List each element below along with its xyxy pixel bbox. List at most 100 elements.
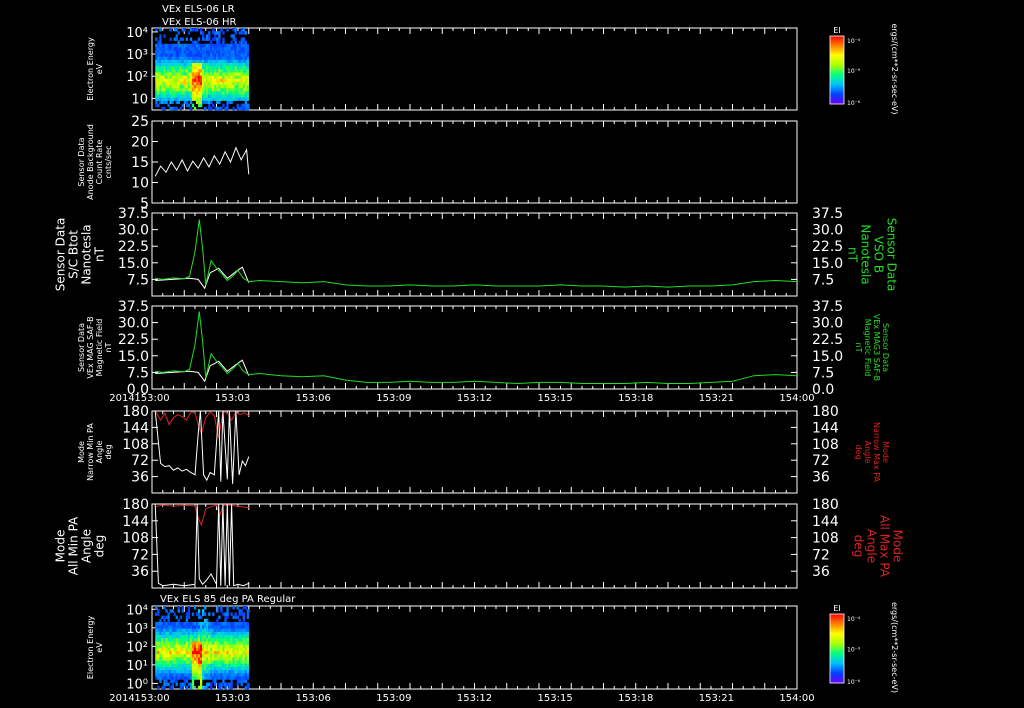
heatmap-cell bbox=[204, 650, 207, 655]
heatmap-cell bbox=[201, 660, 205, 664]
heatmap-cell bbox=[220, 673, 223, 677]
heatmap-cell bbox=[222, 653, 225, 658]
heatmap-cell bbox=[167, 676, 170, 680]
heatmap-cell bbox=[159, 657, 162, 661]
heatmap-cell bbox=[171, 106, 174, 111]
heatmap-cell bbox=[224, 97, 227, 101]
heatmap-cell bbox=[242, 40, 245, 45]
heatmap-cell bbox=[195, 40, 199, 45]
heatmap-cell bbox=[240, 631, 243, 636]
heatmap-cell bbox=[167, 43, 170, 48]
heatmap-cell bbox=[173, 647, 176, 651]
heatmap-cell bbox=[193, 673, 197, 677]
heatmap-cell bbox=[179, 641, 182, 645]
heatmap-cell bbox=[201, 72, 205, 76]
heatmap-cell bbox=[179, 637, 182, 642]
heatmap-cell bbox=[197, 56, 201, 60]
heatmap-cell bbox=[218, 37, 221, 41]
heatmap-cell bbox=[230, 653, 233, 658]
heatmap-cell bbox=[185, 84, 189, 89]
heatmap-cell bbox=[224, 62, 227, 67]
colorbar-unit-text: ergs/(cm**2-sr-sec-eV) bbox=[890, 23, 899, 114]
heatmap-cell bbox=[216, 634, 219, 639]
heatmap-cell bbox=[165, 56, 168, 60]
heatmap-cell bbox=[197, 100, 201, 104]
heatmap-cell bbox=[216, 644, 219, 648]
heatmap-cell bbox=[244, 637, 248, 642]
heatmap-cell bbox=[165, 75, 168, 79]
heatmap-cell bbox=[234, 87, 237, 92]
heatmap-cell bbox=[228, 625, 231, 629]
heatmap-cell bbox=[244, 647, 248, 651]
heatmap-cell bbox=[204, 657, 207, 661]
heatmap-cell bbox=[173, 65, 176, 70]
heatmap-cell bbox=[210, 46, 213, 51]
heatmap-cell bbox=[246, 46, 250, 51]
heatmap-cell bbox=[181, 653, 184, 658]
heatmap-cell bbox=[228, 666, 231, 671]
heatmap-cell bbox=[173, 612, 176, 616]
heatmap-cell bbox=[240, 641, 243, 645]
heatmap-cell bbox=[238, 653, 241, 658]
heatmap-cell bbox=[234, 615, 237, 620]
heatmap-cell bbox=[246, 72, 250, 76]
heatmap-cell bbox=[181, 609, 184, 613]
heatmap-cell bbox=[165, 663, 168, 667]
heatmap-cell bbox=[195, 647, 199, 651]
heatmap-cell bbox=[212, 657, 215, 661]
heatmap-cell bbox=[246, 660, 250, 664]
heatmap-cell bbox=[159, 641, 162, 645]
heatmap-cell bbox=[206, 657, 209, 661]
heatmap-cell bbox=[161, 106, 164, 111]
heatmap-cell bbox=[199, 56, 203, 60]
heatmap-cell bbox=[181, 46, 184, 51]
y-tick-label: 10 bbox=[131, 176, 149, 192]
y-tick-label: 10⁴ bbox=[126, 603, 148, 618]
heatmap-cell bbox=[199, 59, 203, 63]
heatmap-cell bbox=[189, 43, 193, 48]
heatmap-cell bbox=[199, 685, 203, 690]
heatmap-cell bbox=[238, 637, 241, 642]
heatmap-cell bbox=[201, 59, 205, 63]
heatmap-cell bbox=[197, 84, 201, 89]
heatmap-cell bbox=[165, 53, 168, 57]
heatmap-cell bbox=[224, 682, 227, 687]
heatmap-cell bbox=[179, 43, 182, 48]
heatmap-cell bbox=[185, 625, 189, 629]
heatmap-cell bbox=[169, 628, 172, 632]
heatmap-cell bbox=[199, 103, 203, 108]
heatmap-cell bbox=[208, 621, 211, 626]
time-tick-label: 153:15 bbox=[538, 693, 573, 704]
heatmap-cell bbox=[228, 669, 231, 674]
heatmap-cell bbox=[224, 673, 227, 677]
heatmap-cell bbox=[195, 43, 199, 48]
heatmap-cell bbox=[220, 65, 223, 70]
y-tick-label: 144 bbox=[122, 514, 149, 530]
heatmap-cell bbox=[242, 62, 245, 67]
heatmap-cell bbox=[206, 87, 209, 92]
y-tick-label: 10¹ bbox=[126, 659, 148, 674]
heatmap-cell bbox=[163, 621, 166, 626]
heatmap-cell bbox=[179, 653, 182, 658]
heatmap-cell bbox=[189, 644, 193, 648]
heatmap-cell bbox=[181, 69, 184, 73]
heatmap-cell bbox=[171, 72, 174, 76]
heatmap-cell bbox=[173, 97, 176, 101]
heatmap-cell bbox=[175, 43, 178, 48]
heatmap-cell bbox=[161, 87, 164, 92]
heatmap-cell bbox=[199, 53, 203, 57]
heatmap-cell bbox=[177, 621, 180, 626]
y-tick-label: 10⁰ bbox=[126, 677, 148, 692]
heatmap-cell bbox=[165, 62, 168, 67]
heatmap-cell bbox=[238, 660, 241, 664]
heatmap-cell bbox=[199, 69, 203, 73]
heatmap-cell bbox=[236, 59, 239, 63]
heatmap-cell bbox=[212, 81, 215, 86]
heatmap-cell bbox=[228, 84, 231, 89]
heatmap-cell bbox=[163, 669, 166, 674]
heatmap-cell bbox=[173, 641, 176, 645]
heatmap-cell bbox=[244, 106, 248, 111]
heatmap-cell bbox=[181, 669, 184, 674]
heatmap-cell bbox=[212, 103, 215, 108]
heatmap-cell bbox=[169, 87, 172, 92]
